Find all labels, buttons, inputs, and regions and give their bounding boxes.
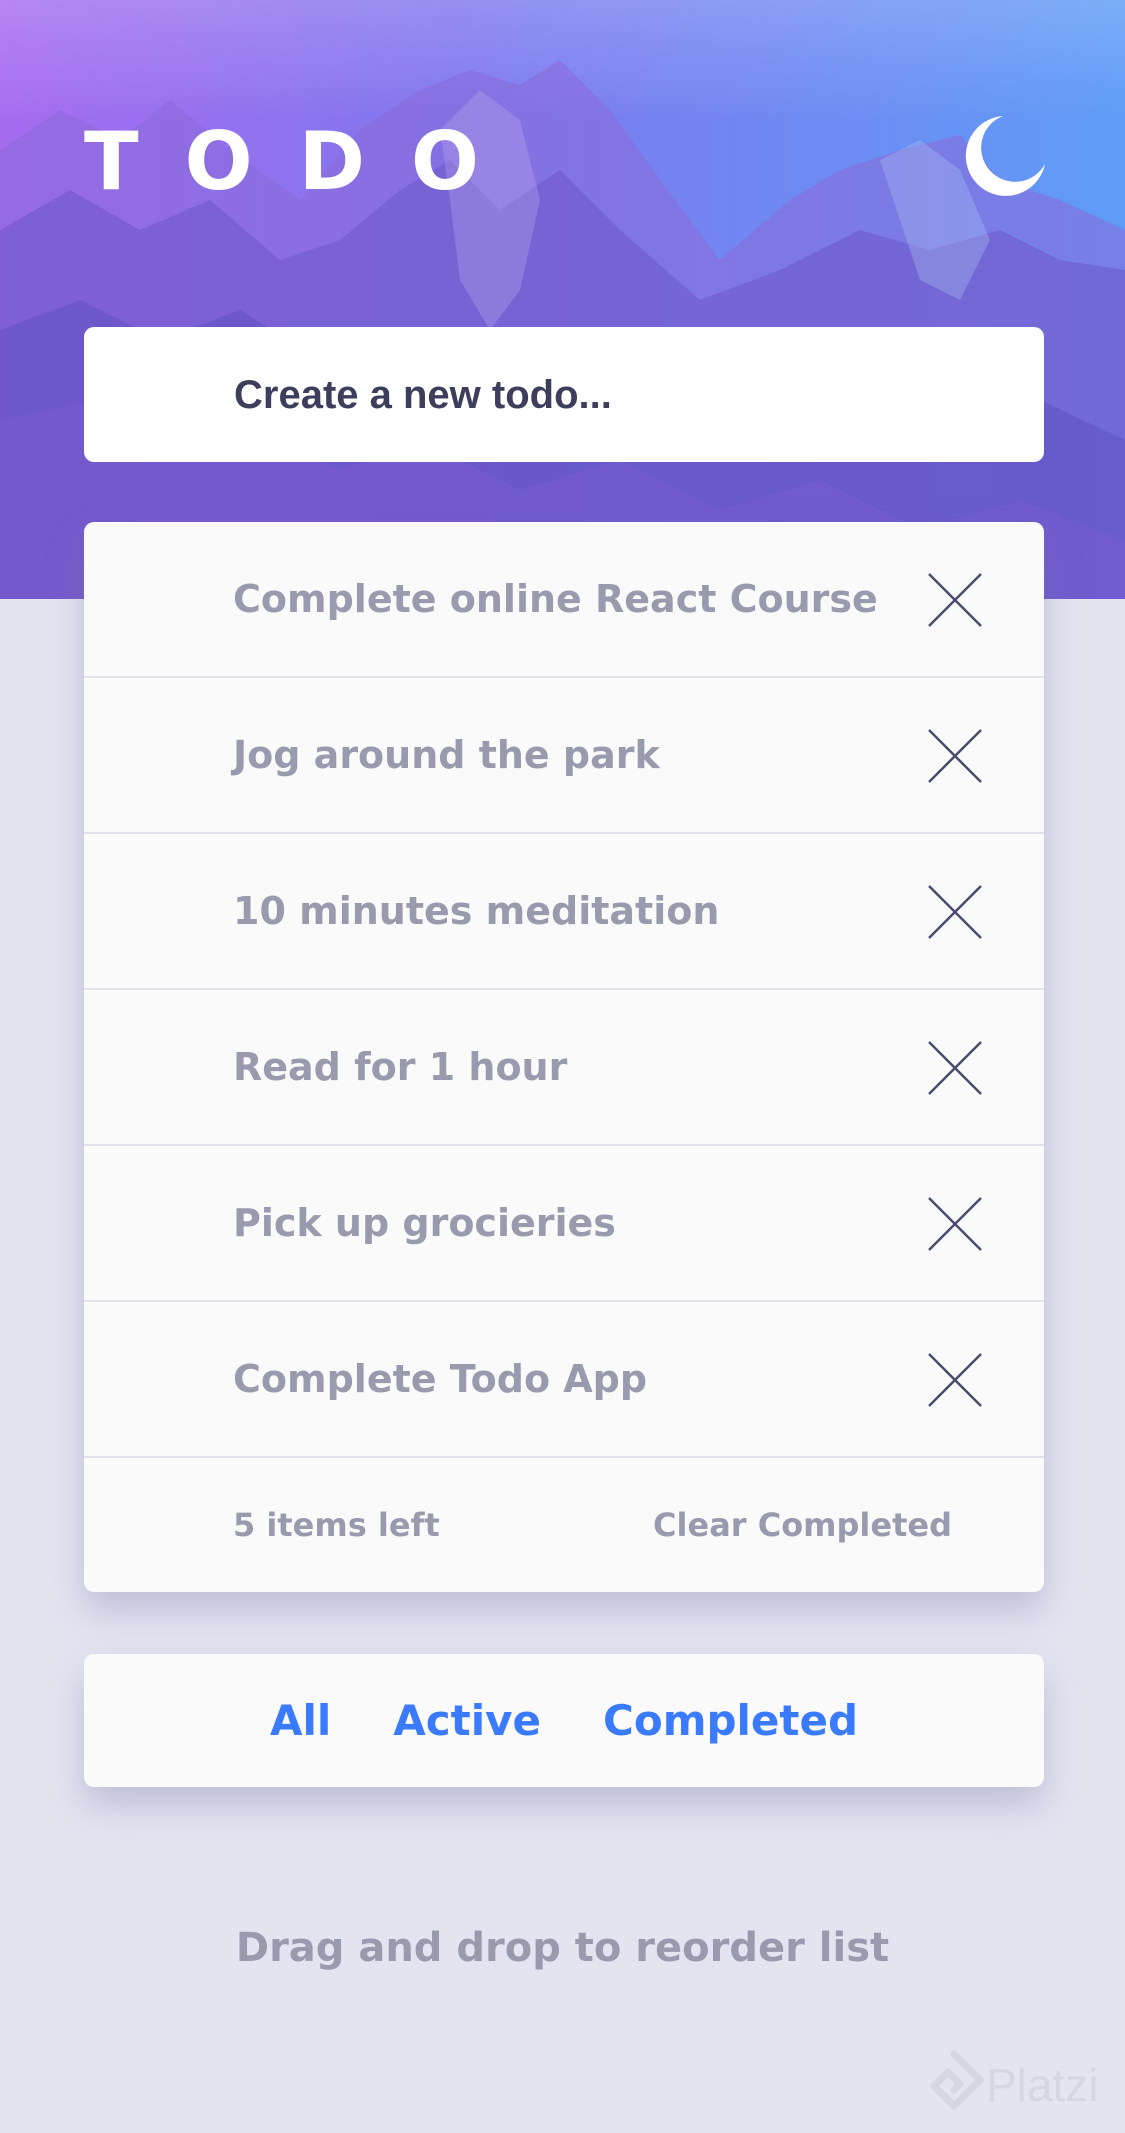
filter-bar: All Active Completed [84,1654,1044,1787]
reorder-hint: Drag and drop to reorder list [235,1925,890,1971]
filter-active-tab[interactable]: Active [393,1696,541,1745]
new-todo-card [84,327,1044,464]
close-icon [928,729,982,783]
new-todo-input[interactable] [232,327,1016,464]
todo-item[interactable]: Pick up grocieries [84,1146,1044,1302]
todo-item-text: Read for 1 hour [233,1045,568,1089]
mountain-image [0,0,1125,599]
watermark-text: Platzi [986,2059,1099,2111]
close-icon [928,573,982,627]
delete-todo-button[interactable] [927,1040,983,1096]
todo-item-text: Complete Todo App [233,1357,648,1401]
theme-toggle-button[interactable] [963,114,1047,198]
todo-item-text: Complete online React Course [233,577,878,621]
clear-completed-button[interactable]: Clear Completed [653,1458,952,1592]
items-left-count: 5 items left [233,1506,440,1544]
close-icon [928,885,982,939]
todo-item-text: Pick up grocieries [233,1201,616,1245]
close-icon [928,1353,982,1407]
close-icon [928,1197,982,1251]
delete-todo-button[interactable] [927,728,983,784]
delete-todo-button[interactable] [927,1196,983,1252]
todo-item-text: Jog around the park [233,733,660,777]
close-icon [928,1041,982,1095]
todo-item-text: 10 minutes meditation [233,889,720,933]
platzi-watermark: Platzi [924,2050,1120,2120]
header-background [0,0,1125,599]
list-footer: 5 items left Clear Completed [84,1458,1044,1592]
delete-todo-button[interactable] [927,572,983,628]
filter-all-tab[interactable]: All [270,1696,331,1745]
platzi-logo-icon [930,2050,984,2110]
todo-item[interactable]: Complete online React Course [84,522,1044,678]
todo-item[interactable]: Jog around the park [84,678,1044,834]
todo-item[interactable]: Complete Todo App [84,1302,1044,1458]
filter-completed-tab[interactable]: Completed [603,1696,858,1745]
app-title: TODO [84,115,525,208]
todo-item[interactable]: Read for 1 hour [84,990,1044,1146]
delete-todo-button[interactable] [927,884,983,940]
delete-todo-button[interactable] [927,1352,983,1408]
moon-icon [965,116,1045,196]
todo-item[interactable]: 10 minutes meditation [84,834,1044,990]
todo-list: Complete online React Course Jog around … [84,522,1044,1592]
